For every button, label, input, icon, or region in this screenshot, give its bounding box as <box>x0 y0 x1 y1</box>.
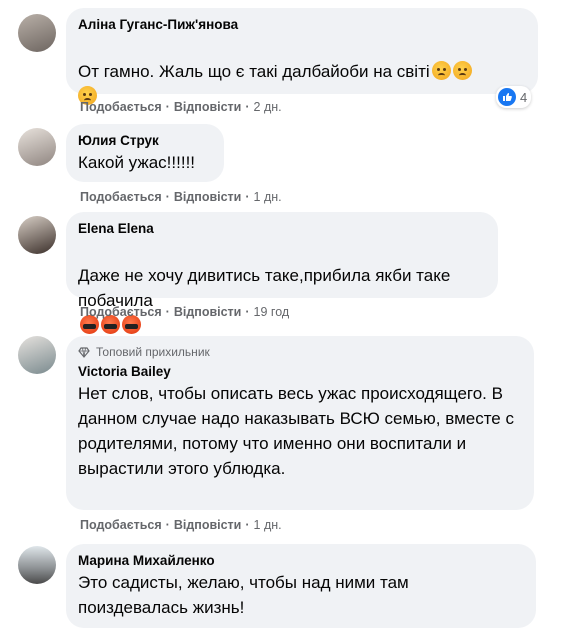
reply-button[interactable]: Відповісти <box>174 517 242 533</box>
separator: · <box>245 190 250 204</box>
diamond-icon <box>78 346 90 358</box>
like-button[interactable]: Подобається <box>80 99 162 115</box>
separator: · <box>165 305 170 319</box>
comment-author[interactable]: Аліна Гуганс-Пиж'янова <box>78 16 526 34</box>
like-button[interactable]: Подобається <box>80 517 162 533</box>
separator: · <box>245 305 250 319</box>
avatar[interactable] <box>18 216 56 254</box>
separator: · <box>245 100 250 114</box>
avatar[interactable] <box>18 14 56 52</box>
comment-author[interactable]: Юлия Струк <box>78 132 212 150</box>
separator: · <box>165 100 170 114</box>
comment-timestamp[interactable]: 2 дн. <box>254 99 282 115</box>
top-fan-badge[interactable]: Топовий прихильник <box>78 344 522 360</box>
comment-timestamp[interactable]: 1 дн. <box>254 517 282 533</box>
comment-text: Это садисты, желаю, чтобы над ними там п… <box>78 573 409 617</box>
frowning-face-icon <box>452 61 472 80</box>
reaction-count-label: 4 <box>520 89 528 105</box>
comment-text: Нет слов, чтобы описать весь ужас происх… <box>78 384 514 478</box>
comment-actions: Подобається · Відповісти · 19 год <box>80 304 289 320</box>
comment-bubble: Юлия Струк Какой ужас!!!!!! <box>66 124 224 182</box>
like-button[interactable]: Подобається <box>80 304 162 320</box>
like-button[interactable]: Подобається <box>80 189 162 205</box>
comment-bubble: Марина Михайленко Это садисты, желаю, чт… <box>66 544 536 628</box>
comment-timestamp[interactable]: 19 год <box>254 304 290 320</box>
comment-bubble: Топовий прихильник Victoria Bailey Нет с… <box>66 336 534 510</box>
avatar[interactable] <box>18 336 56 374</box>
comment-actions: Подобається · Відповісти · 2 дн. <box>80 99 282 115</box>
avatar[interactable] <box>18 546 56 584</box>
reaction-count[interactable]: 4 <box>496 86 532 108</box>
comment-text-body: От гамно. Жаль що є такі далбайоби на св… <box>78 62 430 81</box>
comment-actions: Подобається · Відповісти · 1 дн. <box>80 189 282 205</box>
separator: · <box>245 518 250 532</box>
reply-button[interactable]: Відповісти <box>174 189 242 205</box>
comment-author[interactable]: Марина Михайленко <box>78 552 524 570</box>
comment-bubble: Аліна Гуганс-Пиж'янова От гамно. Жаль що… <box>66 8 538 105</box>
frowning-face-icon <box>431 61 451 80</box>
reply-button[interactable]: Відповісти <box>174 99 242 115</box>
separator: · <box>165 190 170 204</box>
avatar[interactable] <box>18 128 56 166</box>
comment-author[interactable]: Elena Elena <box>78 220 486 238</box>
comment-bubble: Elena Elena Даже не хочу дивитись таке,п… <box>66 212 498 334</box>
comment-timestamp[interactable]: 1 дн. <box>254 189 282 205</box>
comment-text: Какой ужас!!!!!! <box>78 153 196 172</box>
comment-text: Даже не хочу дивитись таке,прибила якби … <box>78 238 488 338</box>
separator: · <box>165 518 170 532</box>
comment-actions: Подобається · Відповісти · 1 дн. <box>80 517 282 533</box>
top-fan-label: Топовий прихильник <box>96 345 210 359</box>
comment-author[interactable]: Victoria Bailey <box>78 363 522 381</box>
reply-button[interactable]: Відповісти <box>174 304 242 320</box>
comment-text: От гамно. Жаль що є такі далбайоби на св… <box>78 34 518 109</box>
like-icon <box>498 88 516 106</box>
